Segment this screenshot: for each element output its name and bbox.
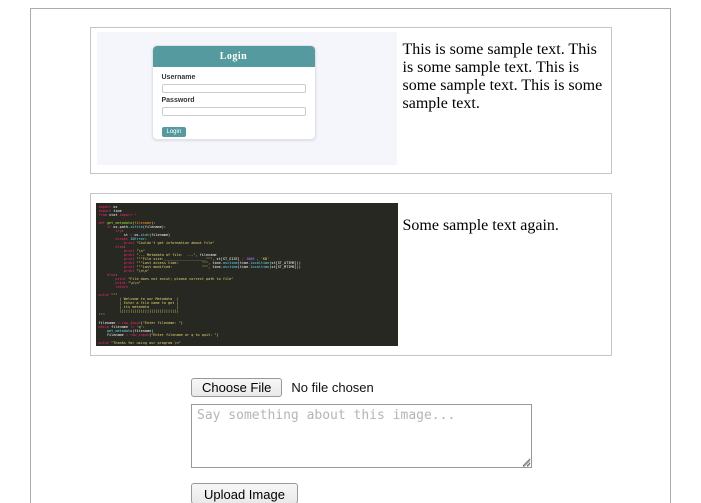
sample-text-1: This is some sample text. This is some s… <box>402 41 603 112</box>
upload-image-button[interactable]: Upload Image <box>191 483 298 503</box>
username-label: Username <box>161 74 196 81</box>
upload-form: Choose File No file chosen Upload Image <box>191 378 670 503</box>
code-screenshot-image: import os import time from stat import * d… <box>95 203 398 346</box>
password-input-image <box>161 107 306 116</box>
caption-textarea-wrap <box>191 404 532 473</box>
file-status-text: No file chosen <box>291 380 374 395</box>
login-button-image: Login <box>161 127 187 137</box>
login-card-body: Username Password Login Not yet a member… <box>153 67 315 139</box>
sample-box-code: import os import time from stat import * d… <box>89 193 612 356</box>
login-form-image: Login Username Password Login Not yet a … <box>96 32 397 165</box>
code-text: import os import time from stat import * d… <box>98 205 301 345</box>
main-panel: Login Username Password Login Not yet a … <box>30 8 671 503</box>
choose-file-button[interactable]: Choose File <box>191 378 283 397</box>
sample-text-2: Some sample text again. <box>402 217 559 234</box>
file-input[interactable]: Choose File No file chosen <box>191 378 670 397</box>
username-input-image <box>161 84 306 93</box>
sample-box-login: Login Username Password Login Not yet a … <box>89 27 612 174</box>
login-card-title: Login <box>152 46 315 67</box>
password-label: Password <box>161 97 195 104</box>
login-card: Login Username Password Login Not yet a … <box>151 45 316 140</box>
caption-textarea[interactable] <box>191 404 532 468</box>
